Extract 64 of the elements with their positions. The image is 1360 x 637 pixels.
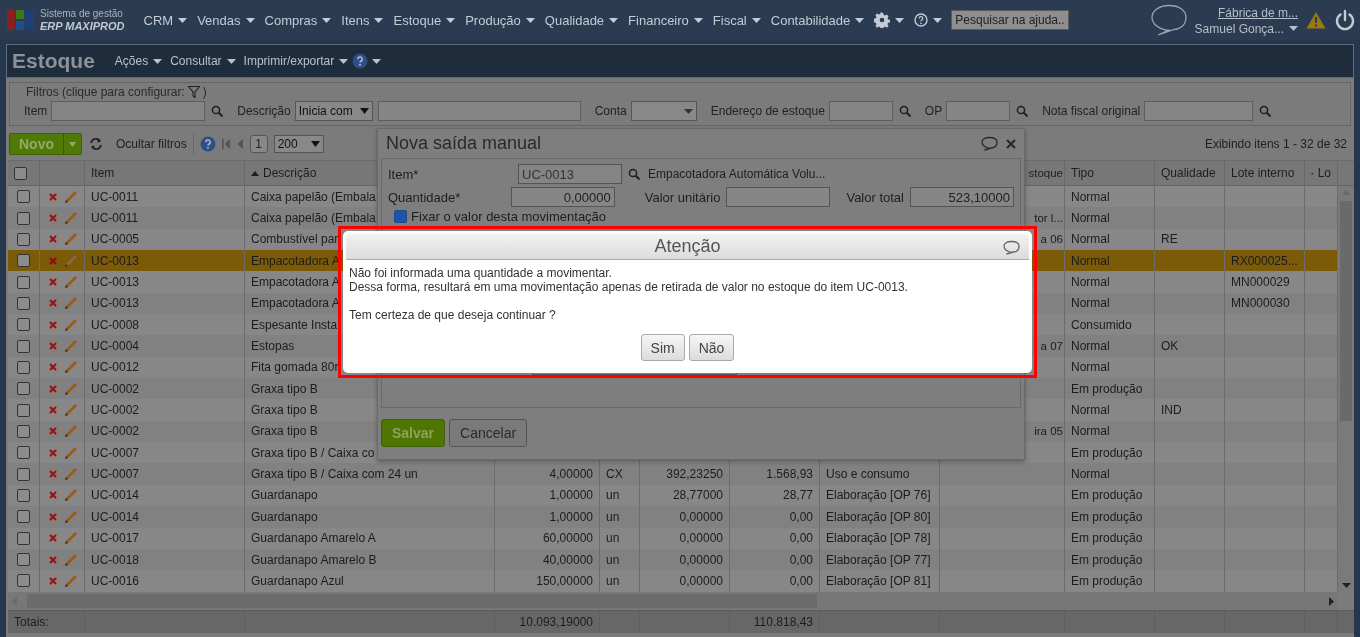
field-label: Endereço de estoque <box>710 104 825 118</box>
field-label: OP <box>924 104 943 118</box>
page-title: Estoque <box>12 49 95 73</box>
totals-label: Totais: <box>8 611 85 633</box>
table-cell: un <box>600 570 640 592</box>
table-cell: MN000029 <box>1225 271 1305 293</box>
table-cell: Em produção <box>1065 570 1155 592</box>
table-cell: IND <box>1155 399 1225 421</box>
table-cell: Elaboração [OP 78] <box>820 527 940 549</box>
table-cell: UC-0014 <box>85 506 245 528</box>
app-name: ERP MAXIPROD <box>40 20 125 32</box>
table-cell: 110.818,43 <box>730 611 820 633</box>
table-cell: 0,00000 <box>640 570 730 592</box>
table-cell: UC-0002 <box>85 399 245 421</box>
field-label: Item <box>24 104 48 118</box>
field-label: Item* <box>388 166 420 182</box>
table-cell: CX <box>600 463 640 485</box>
table-cell: Guardanapo Azul <box>245 570 495 592</box>
table-cell: 60,00000 <box>495 527 600 549</box>
table-cell: 1,00000 <box>495 506 600 528</box>
item-description: Empacotadora Automática Volu... <box>648 167 826 181</box>
table-cell: OK <box>1155 335 1225 357</box>
field-label: Quantidade* <box>388 189 462 205</box>
table-cell: Normal <box>1065 271 1155 293</box>
table-cell: Em produção <box>1065 506 1155 528</box>
table-cell: 0,00 <box>730 506 820 528</box>
table-cell: UC-0017 <box>85 527 245 549</box>
table-cell: 392,23250 <box>640 463 730 485</box>
table-cell: Em produção <box>1065 527 1155 549</box>
table-cell: 0,00000 <box>640 506 730 528</box>
filter-legend: ) <box>202 85 207 99</box>
field-label: Descrição <box>237 104 291 118</box>
table-cell: UC-0011 <box>85 207 245 229</box>
app-subtitle: Sistema de gestão <box>40 8 124 20</box>
table-cell: Normal <box>1065 399 1155 421</box>
table-cell: 10.093,19000 <box>495 611 600 633</box>
table-cell: un <box>600 506 640 528</box>
table-cell: UC-0007 <box>85 463 245 485</box>
table-cell: Normal <box>1065 335 1155 357</box>
table-cell: 0,00 <box>730 527 820 549</box>
field-label: Nota fiscal original <box>1042 104 1141 118</box>
table-cell: 4,00000 <box>495 463 600 485</box>
table-cell: UC-0004 <box>85 335 245 357</box>
table-cell: UC-0016 <box>85 570 245 592</box>
table-cell: 0,00000 <box>640 527 730 549</box>
table-cell: Graxa tipo B / Caixa com 24 un <box>245 463 495 485</box>
table-cell: Guardanapo Amarelo A <box>245 527 495 549</box>
table-cell: 0,00 <box>730 570 820 592</box>
table-cell: Uso e consumo <box>820 463 940 485</box>
table-cell: un <box>600 527 640 549</box>
alert-title: Atenção <box>654 236 721 257</box>
table-cell: Normal <box>1065 463 1155 485</box>
field-label: Valor unitário <box>644 189 721 205</box>
table-cell: 150,00000 <box>495 570 600 592</box>
table-cell: Elaboração [OP 81] <box>820 570 940 592</box>
table-cell: Normal <box>1065 207 1155 229</box>
table-cell: Guardanapo <box>245 506 495 528</box>
dialog-title: Nova saída manual <box>386 133 542 154</box>
table-cell: 1.568,93 <box>730 463 820 485</box>
result-count: Exibindo itens 1 - 32 de 32 <box>1204 137 1347 151</box>
field-label: Conta <box>594 104 627 118</box>
table-cell: Elaboração [OP 80] <box>820 506 940 528</box>
field-label: Valor total <box>846 189 904 205</box>
table-cell: UC-0013 <box>85 271 245 293</box>
